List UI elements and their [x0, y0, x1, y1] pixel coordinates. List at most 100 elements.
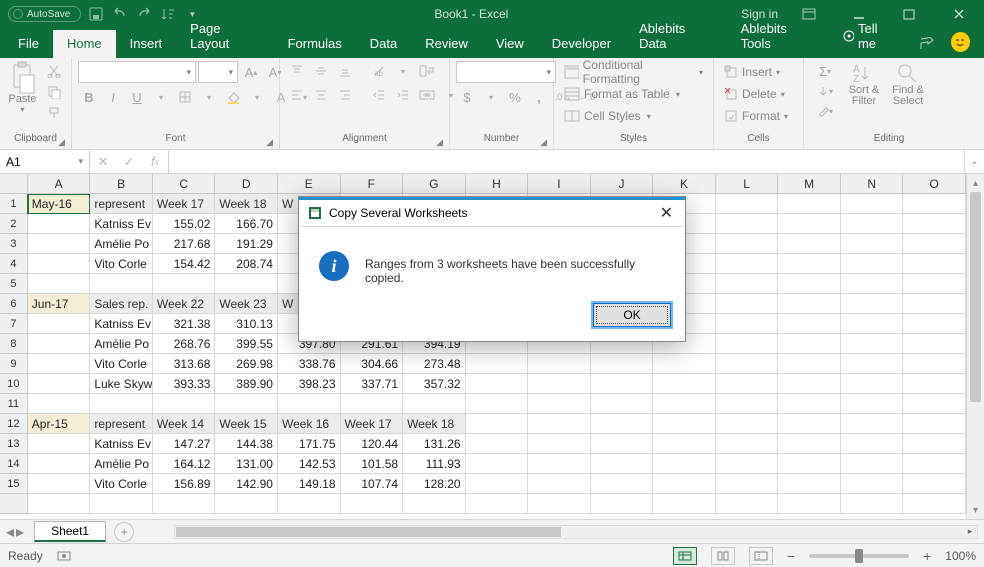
- cell[interactable]: May-16: [28, 194, 91, 214]
- cell[interactable]: 155.02: [153, 214, 216, 234]
- align-middle-icon[interactable]: [310, 61, 332, 81]
- row-header[interactable]: 2: [0, 214, 28, 234]
- tab-ablebits-data[interactable]: Ablebits Data: [625, 15, 727, 58]
- cell[interactable]: 208.74: [215, 254, 278, 274]
- cell[interactable]: [716, 434, 779, 454]
- grow-font-icon[interactable]: A▴: [240, 62, 262, 82]
- align-top-icon[interactable]: [286, 61, 308, 81]
- tab-insert[interactable]: Insert: [116, 30, 177, 58]
- cell[interactable]: 338.76: [278, 354, 341, 374]
- cell[interactable]: [841, 354, 904, 374]
- row-header[interactable]: 15: [0, 474, 28, 494]
- cell[interactable]: [903, 334, 966, 354]
- cell[interactable]: [28, 254, 91, 274]
- cell[interactable]: [716, 354, 779, 374]
- italic-button[interactable]: I: [102, 87, 124, 107]
- tab-review[interactable]: Review: [411, 30, 482, 58]
- cell[interactable]: Katniss Ev: [90, 214, 153, 234]
- autosum-icon[interactable]: Σ ▾: [810, 61, 840, 81]
- cell[interactable]: 120.44: [341, 434, 404, 454]
- cell[interactable]: Amélie Po: [90, 234, 153, 254]
- cell[interactable]: Vito Corle: [90, 474, 153, 494]
- cell[interactable]: [716, 294, 779, 314]
- decrease-indent-icon[interactable]: [368, 85, 390, 105]
- cell[interactable]: [28, 334, 91, 354]
- cell[interactable]: [903, 254, 966, 274]
- column-header[interactable]: G: [403, 174, 466, 193]
- cell[interactable]: Apr-15: [28, 414, 91, 434]
- undo-icon[interactable]: [111, 5, 129, 23]
- underline-button[interactable]: U: [126, 87, 148, 107]
- tell-me[interactable]: Tell me: [831, 21, 909, 58]
- cell[interactable]: 149.18: [278, 474, 341, 494]
- cell[interactable]: [903, 474, 966, 494]
- cell[interactable]: [528, 454, 591, 474]
- cell[interactable]: Vito Corle: [90, 254, 153, 274]
- macro-record-icon[interactable]: [57, 550, 71, 562]
- cell[interactable]: [841, 294, 904, 314]
- alignment-launcher-icon[interactable]: ◢: [436, 137, 443, 148]
- vertical-scrollbar[interactable]: ▴ ▾: [966, 174, 984, 519]
- cell[interactable]: [841, 334, 904, 354]
- sort-filter-button[interactable]: AZ Sort & Filter: [844, 61, 884, 107]
- cell[interactable]: [466, 434, 529, 454]
- cell[interactable]: [215, 394, 278, 414]
- cell[interactable]: [716, 314, 779, 334]
- cell[interactable]: [591, 354, 654, 374]
- cut-icon[interactable]: [43, 61, 65, 81]
- view-page-layout-icon[interactable]: [711, 547, 735, 565]
- bold-button[interactable]: B: [78, 87, 100, 107]
- cell[interactable]: 313.68: [153, 354, 216, 374]
- cell[interactable]: [653, 354, 716, 374]
- cell[interactable]: [778, 234, 841, 254]
- column-header[interactable]: N: [841, 174, 904, 193]
- cell[interactable]: [778, 374, 841, 394]
- cell-styles-button[interactable]: Cell Styles▾: [560, 105, 655, 127]
- cell[interactable]: [778, 314, 841, 334]
- cell[interactable]: [466, 354, 529, 374]
- cell[interactable]: [778, 454, 841, 474]
- fill-color-icon[interactable]: [222, 87, 244, 107]
- cell[interactable]: Week 17: [341, 414, 404, 434]
- cell[interactable]: [716, 374, 779, 394]
- cell[interactable]: [716, 214, 779, 234]
- tab-formulas[interactable]: Formulas: [274, 30, 356, 58]
- cell[interactable]: [28, 454, 91, 474]
- borders-icon[interactable]: [174, 87, 196, 107]
- name-box[interactable]: A1▾: [0, 150, 90, 173]
- tab-home[interactable]: Home: [53, 30, 116, 58]
- cell[interactable]: Jun-17: [28, 294, 91, 314]
- sheet-tab-active[interactable]: Sheet1: [34, 521, 106, 542]
- cell[interactable]: [841, 474, 904, 494]
- cell[interactable]: [528, 374, 591, 394]
- cell[interactable]: [591, 434, 654, 454]
- cell[interactable]: [841, 454, 904, 474]
- row-header[interactable]: 3: [0, 234, 28, 254]
- cell[interactable]: [841, 394, 904, 414]
- cell[interactable]: 393.33: [153, 374, 216, 394]
- cells-delete-button[interactable]: Delete▾: [720, 83, 789, 105]
- cell[interactable]: [466, 454, 529, 474]
- view-normal-icon[interactable]: [673, 547, 697, 565]
- cell[interactable]: Week 22: [153, 294, 216, 314]
- cell[interactable]: 217.68: [153, 234, 216, 254]
- cell[interactable]: 310.13: [215, 314, 278, 334]
- column-header[interactable]: H: [466, 174, 529, 193]
- cell[interactable]: [778, 194, 841, 214]
- cell[interactable]: [903, 454, 966, 474]
- cell[interactable]: [466, 394, 529, 414]
- scroll-thumb[interactable]: [970, 192, 981, 402]
- cell[interactable]: Luke Skyw: [90, 374, 153, 394]
- cell[interactable]: Katniss Ev: [90, 434, 153, 454]
- cell[interactable]: [841, 254, 904, 274]
- zoom-out-button[interactable]: −: [787, 548, 795, 564]
- paste-button[interactable]: Paste ▾: [6, 61, 39, 114]
- cell[interactable]: [903, 194, 966, 214]
- column-header[interactable]: A: [28, 174, 91, 193]
- cell[interactable]: [403, 394, 466, 414]
- cell[interactable]: [528, 414, 591, 434]
- cell[interactable]: [28, 314, 91, 334]
- cell[interactable]: 131.00: [215, 454, 278, 474]
- tab-developer[interactable]: Developer: [538, 30, 625, 58]
- share-icon[interactable]: [909, 37, 945, 58]
